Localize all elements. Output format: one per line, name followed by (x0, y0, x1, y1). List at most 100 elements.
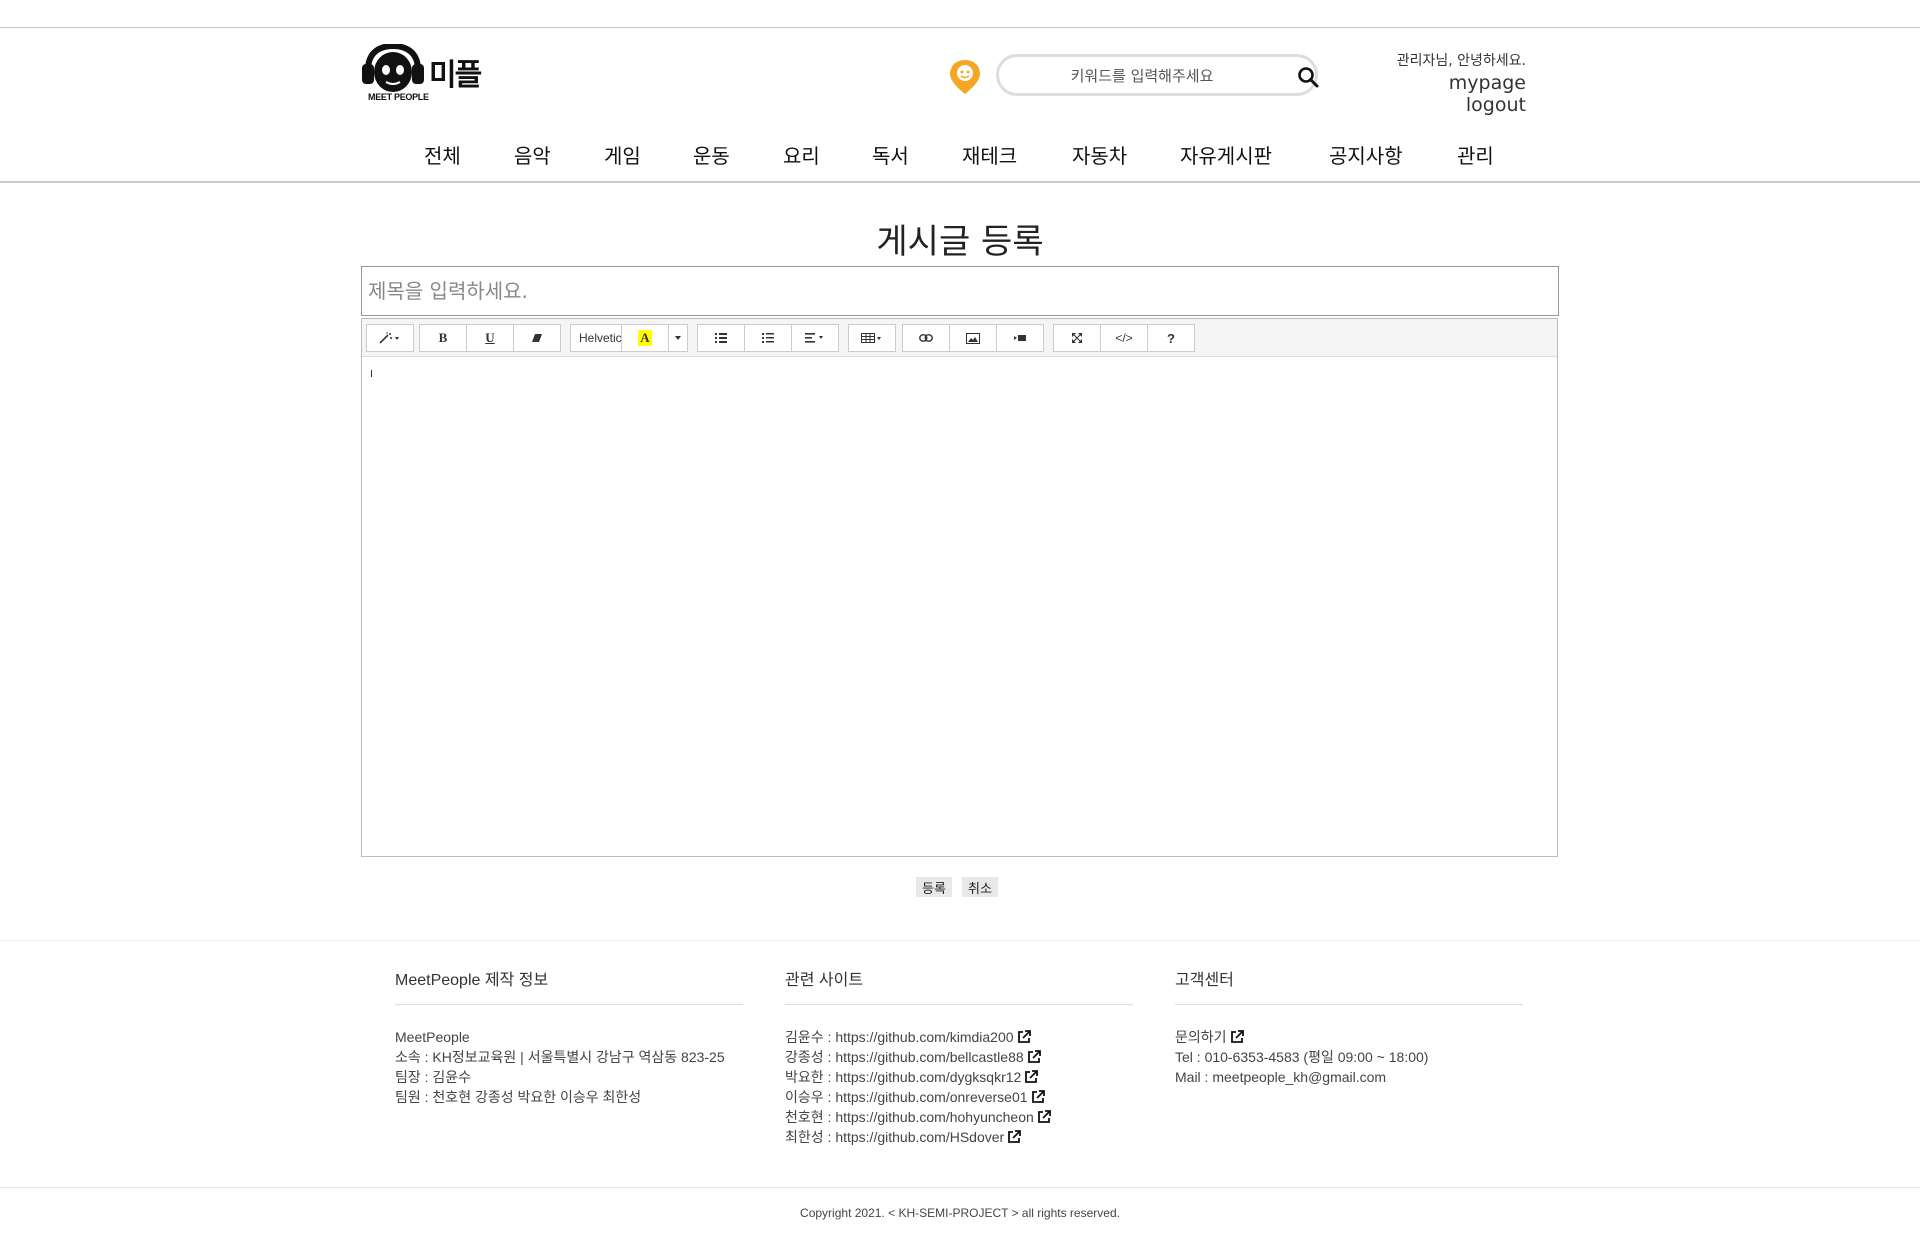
member-name: 천호현 (785, 1109, 824, 1125)
bold-button[interactable]: B (419, 324, 467, 352)
footer-info-heading: MeetPeople 제작 정보 (395, 972, 549, 989)
style-dropdown-button[interactable] (366, 324, 414, 352)
contact-link[interactable]: 문의하기 (1175, 1029, 1227, 1045)
insert-picture-button[interactable] (949, 324, 997, 352)
github-link[interactable]: https://github.com/HSdover (835, 1129, 1004, 1145)
submit-button[interactable]: 등록 (916, 877, 952, 897)
site-link-row: 강종성 : https://github.com/bellcastle88 (785, 1047, 1133, 1067)
table-icon (861, 333, 881, 343)
github-link[interactable]: https://github.com/hohyuncheon (835, 1109, 1033, 1125)
nav-item-sports[interactable]: 운동 (693, 140, 730, 169)
external-link-icon[interactable] (1037, 1110, 1051, 1124)
copyright-text: Copyright 2021. < KH-SEMI-PROJECT > all … (800, 1206, 1120, 1220)
footer-info-column: MeetPeople 제작 정보 MeetPeople 소속 : KH정보교육원… (395, 966, 743, 1107)
footer-support-column: 고객센터 문의하기 Tel : 010-6353-4583 (평일 09:00 … (1175, 966, 1523, 1087)
nav-item-finance[interactable]: 재테크 (962, 140, 1017, 169)
nav-item-admin[interactable]: 관리 (1457, 140, 1494, 169)
github-link[interactable]: https://github.com/onreverse01 (835, 1089, 1027, 1105)
logo-subtext: MEET PEOPLE (368, 92, 429, 102)
video-icon (1014, 335, 1026, 341)
fullscreen-icon (1072, 333, 1082, 343)
nav-item-all[interactable]: 전체 (424, 140, 461, 169)
fullscreen-button[interactable] (1053, 324, 1101, 352)
paragraph-align-dropdown[interactable] (791, 324, 839, 352)
nav-item-notice[interactable]: 공지사항 (1329, 140, 1403, 169)
footer-support-heading: 고객센터 (1175, 972, 1234, 989)
ordered-list-button[interactable] (744, 324, 792, 352)
nav-item-free-board[interactable]: 자유게시판 (1180, 140, 1272, 169)
page-title: 게시글 등록 (876, 222, 1044, 262)
footer-sites-heading: 관련 사이트 (785, 972, 864, 989)
footer-separator (785, 1004, 1133, 1005)
external-link-icon[interactable] (1024, 1070, 1039, 1084)
footer-divider (0, 940, 1920, 941)
greeting-text: 관리자님, 안녕하세요. (1396, 53, 1526, 69)
insert-link-button[interactable] (902, 324, 950, 352)
cancel-button[interactable]: 취소 (962, 877, 998, 897)
external-link-icon[interactable] (1017, 1030, 1031, 1044)
nav-divider (0, 181, 1920, 183)
member-name: 김윤수 (785, 1029, 824, 1045)
external-link-icon[interactable] (1230, 1030, 1244, 1044)
text-color-label: A (638, 330, 652, 346)
post-title-input[interactable] (361, 266, 1559, 316)
editor-toolbar: B U Helvetica A (362, 319, 1557, 357)
picture-icon (966, 332, 980, 344)
footer-info-line: MeetPeople (395, 1029, 470, 1045)
headphone-face-icon (362, 44, 424, 92)
logo-text: 미플 (429, 58, 482, 93)
clear-format-button[interactable] (513, 324, 561, 352)
nav-item-cooking[interactable]: 요리 (783, 140, 820, 169)
member-name: 최한성 (785, 1129, 824, 1145)
nav-item-car[interactable]: 자동차 (1072, 140, 1127, 169)
location-pin-icon (948, 58, 982, 96)
site-link-row: 천호현 : https://github.com/hohyuncheon (785, 1107, 1133, 1127)
footer-sites-column: 관련 사이트 김윤수 : https://github.com/kimdia20… (785, 966, 1133, 1147)
footer-separator (395, 1004, 743, 1005)
contact-row: 문의하기 (1175, 1027, 1523, 1047)
github-link[interactable]: https://github.com/kimdia200 (835, 1029, 1013, 1045)
site-link-row: 김윤수 : https://github.com/kimdia200 (785, 1027, 1133, 1047)
footer-bottom-divider (0, 1187, 1920, 1188)
github-link[interactable]: https://github.com/bellcastle88 (835, 1049, 1023, 1065)
member-name: 이승우 (785, 1089, 824, 1105)
member-name: 박요한 (785, 1069, 824, 1085)
nav-item-reading[interactable]: 독서 (872, 140, 909, 169)
footer-info-line: 팀원 : 천호현 강종성 박요한 이승우 최한성 (395, 1089, 642, 1105)
link-icon (919, 334, 933, 342)
tel-text: Tel : 010-6353-4583 (평일 09:00 ~ 18:00) (1175, 1049, 1429, 1065)
external-link-icon[interactable] (1027, 1050, 1041, 1064)
search-input[interactable] (1017, 63, 1267, 89)
site-logo[interactable]: 미플 MEET PEOPLE (362, 44, 502, 106)
rich-text-editor: B U Helvetica A (361, 318, 1558, 857)
footer-separator (1175, 1004, 1523, 1005)
insert-video-button[interactable] (996, 324, 1044, 352)
footer-info-line: 소속 : KH정보교육원 | 서울특별시 강남구 역삼동 823-25 (395, 1049, 725, 1065)
logout-link[interactable]: logout (1466, 94, 1526, 116)
user-links: mypage logout (1370, 72, 1526, 116)
github-link[interactable]: https://github.com/dygksqkr12 (835, 1069, 1021, 1085)
member-name: 강종성 (785, 1049, 824, 1065)
top-divider (0, 27, 1920, 28)
editor-content-area[interactable] (362, 358, 1557, 856)
search-box (996, 54, 1318, 96)
table-button[interactable] (848, 324, 896, 352)
code-view-button[interactable]: </> (1100, 324, 1148, 352)
site-link-row: 박요한 : https://github.com/dygksqkr12 (785, 1067, 1133, 1087)
nav-item-music[interactable]: 음악 (514, 140, 551, 169)
text-caret (371, 370, 372, 377)
mypage-link[interactable]: mypage (1449, 72, 1526, 94)
text-color-button[interactable]: A (621, 324, 669, 352)
help-button[interactable]: ? (1147, 324, 1195, 352)
external-link-icon[interactable] (1007, 1130, 1022, 1144)
eraser-icon (532, 334, 542, 342)
underline-button[interactable]: U (466, 324, 514, 352)
text-color-dropdown[interactable] (668, 324, 688, 352)
unordered-list-button[interactable] (697, 324, 745, 352)
external-link-icon[interactable] (1031, 1090, 1045, 1104)
font-family-dropdown[interactable]: Helvetica (570, 324, 622, 352)
site-link-row: 최한성 : https://github.com/HSdover (785, 1127, 1133, 1147)
unordered-list-icon (715, 333, 727, 343)
ordered-list-icon (762, 333, 774, 343)
nav-item-game[interactable]: 게임 (604, 140, 641, 169)
